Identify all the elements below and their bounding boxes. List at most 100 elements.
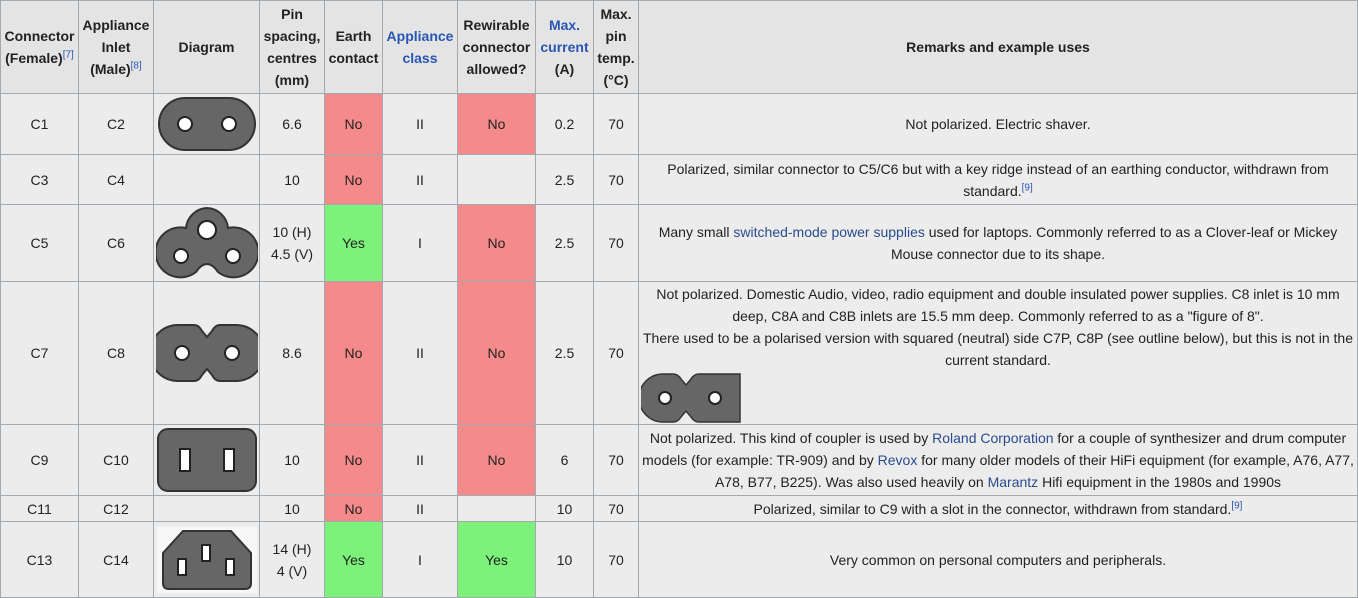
table-row: C3 C4 10 No II 2.5 70 Polarized, similar… (0, 154, 1358, 205)
kettle-plug-icon[interactable] (156, 526, 257, 593)
current-cell: 0.2 (535, 93, 594, 155)
rewirable-cell: No (457, 424, 536, 496)
header-class: Appliance class (382, 0, 458, 94)
inlet-cell: C2 (78, 93, 154, 155)
inlet-cell: C10 (78, 424, 154, 496)
table-row: C11 C12 10 No II 10 70 Polarized, simila… (0, 495, 1358, 522)
class-cell: II (382, 154, 458, 205)
current-cell: 2.5 (535, 154, 594, 205)
remarks-cell: Not polarized. Domestic Audio, video, ra… (638, 281, 1358, 425)
connector-cell: C7 (0, 281, 79, 425)
rewirable-cell: No (457, 204, 536, 282)
remarks-cell: Many small switched-mode power supplies … (638, 204, 1358, 282)
inlet-cell: C8 (78, 281, 154, 425)
earth-cell: Yes (324, 521, 383, 598)
temp-cell: 70 (593, 281, 639, 425)
rectangular-two-slot-icon[interactable] (156, 427, 258, 493)
temp-cell: 70 (593, 154, 639, 205)
header-diagram: Diagram (153, 0, 260, 94)
inlet-cell: C12 (78, 495, 154, 522)
class-cell: II (382, 93, 458, 155)
inlet-cell: C6 (78, 204, 154, 282)
temp-cell: 70 (593, 424, 639, 496)
current-cell: 2.5 (535, 281, 594, 425)
diagram-cell (153, 93, 260, 155)
earth-cell: No (324, 495, 383, 522)
figure-8-icon[interactable] (156, 323, 258, 383)
connector-cell: C11 (0, 495, 79, 522)
connector-cell: C3 (0, 154, 79, 205)
earth-cell: No (324, 281, 383, 425)
diagram-cell (153, 204, 260, 282)
current-cell: 10 (535, 495, 594, 522)
rewirable-cell: Yes (457, 521, 536, 598)
pin-spacing-cell: 10 (259, 495, 325, 522)
remarks-cell: Polarized, similar to C9 with a slot in … (638, 495, 1358, 522)
pin-spacing-cell: 6.6 (259, 93, 325, 155)
ref-link[interactable]: [9] (1231, 500, 1242, 511)
table-row: C13 C14 14 (H) 4 (V) Yes I Yes 10 70 Very… (0, 521, 1358, 598)
diagram-cell (153, 154, 260, 205)
earth-cell: No (324, 424, 383, 496)
connector-cell: C13 (0, 521, 79, 598)
diagram-cell (153, 521, 260, 598)
revox-link[interactable]: Revox (878, 452, 918, 468)
header-inlet: Appliance Inlet (Male)[8] (78, 0, 154, 94)
table-row: C5 C6 10 (H) 4.5 (V) Yes I No 2.5 70 Many… (0, 204, 1358, 282)
rewirable-cell (457, 495, 536, 522)
earth-cell: No (324, 154, 383, 205)
diagram-cell (153, 424, 260, 496)
connector-cell: C1 (0, 93, 79, 155)
current-cell: 2.5 (535, 204, 594, 282)
remarks-cell: Not polarized. Electric shaver. (638, 93, 1358, 155)
remarks-cell: Very common on personal computers and pe… (638, 521, 1358, 598)
cloverleaf-icon[interactable] (156, 206, 258, 280)
class-cell: II (382, 281, 458, 425)
temp-cell: 70 (593, 521, 639, 598)
header-rewirable: Rewirable connector allowed? (457, 0, 536, 94)
class-cell: I (382, 204, 458, 282)
inlet-cell: C4 (78, 154, 154, 205)
temp-cell: 70 (593, 495, 639, 522)
header-pin-spacing: Pin spacing, centres (mm) (259, 0, 325, 94)
header-temp: Max. pin temp. (°C) (593, 0, 639, 94)
table-row: C9 C10 10 No II No 6 70 Not polarized. T… (0, 424, 1358, 496)
earth-cell: Yes (324, 204, 383, 282)
pin-spacing-cell: 8.6 (259, 281, 325, 425)
remarks-cell: Polarized, similar connector to C5/C6 bu… (638, 154, 1358, 205)
table-row: C7 C8 8.6 No II No 2.5 70 Not polarized.… (0, 281, 1358, 425)
max-current-link[interactable]: Max. current (540, 17, 588, 55)
smps-link[interactable]: switched-mode power supplies (733, 224, 924, 240)
class-cell: I (382, 521, 458, 598)
rewirable-cell: No (457, 93, 536, 155)
pin-spacing-cell: 10 (259, 154, 325, 205)
rewirable-cell (457, 154, 536, 205)
header-row: Connector (Female)[7] Appliance Inlet (M… (0, 0, 1358, 94)
header-current: Max. current (A) (535, 0, 594, 94)
pin-spacing-cell: 10 (H) 4.5 (V) (259, 204, 325, 282)
ref-link[interactable]: [7] (63, 49, 74, 60)
ref-link[interactable]: [9] (1022, 182, 1033, 193)
connector-cell: C5 (0, 204, 79, 282)
pin-spacing-cell: 10 (259, 424, 325, 496)
connector-cell: C9 (0, 424, 79, 496)
oval-two-pin-icon[interactable] (157, 96, 257, 152)
table-row: C1 C2 6.6 No II No 0.2 70 Not polarized.… (0, 93, 1358, 155)
remarks-cell: Not polarized. This kind of coupler is u… (638, 424, 1358, 496)
earth-cell: No (324, 93, 383, 155)
current-cell: 10 (535, 521, 594, 598)
appliance-class-link[interactable]: Appliance class (387, 28, 454, 66)
polarised-figure-8-icon[interactable] (641, 373, 741, 423)
header-remarks: Remarks and example uses (638, 0, 1358, 94)
roland-link[interactable]: Roland Corporation (932, 430, 1053, 446)
class-cell: II (382, 495, 458, 522)
diagram-cell (153, 495, 260, 522)
inlet-cell: C14 (78, 521, 154, 598)
temp-cell: 70 (593, 204, 639, 282)
ref-link[interactable]: [8] (131, 60, 142, 71)
header-connector: Connector (Female)[7] (0, 0, 79, 94)
diagram-cell (153, 281, 260, 425)
rewirable-cell: No (457, 281, 536, 425)
connector-table: Connector (Female)[7] Appliance Inlet (M… (0, 0, 1358, 598)
marantz-link[interactable]: Marantz (988, 474, 1039, 490)
